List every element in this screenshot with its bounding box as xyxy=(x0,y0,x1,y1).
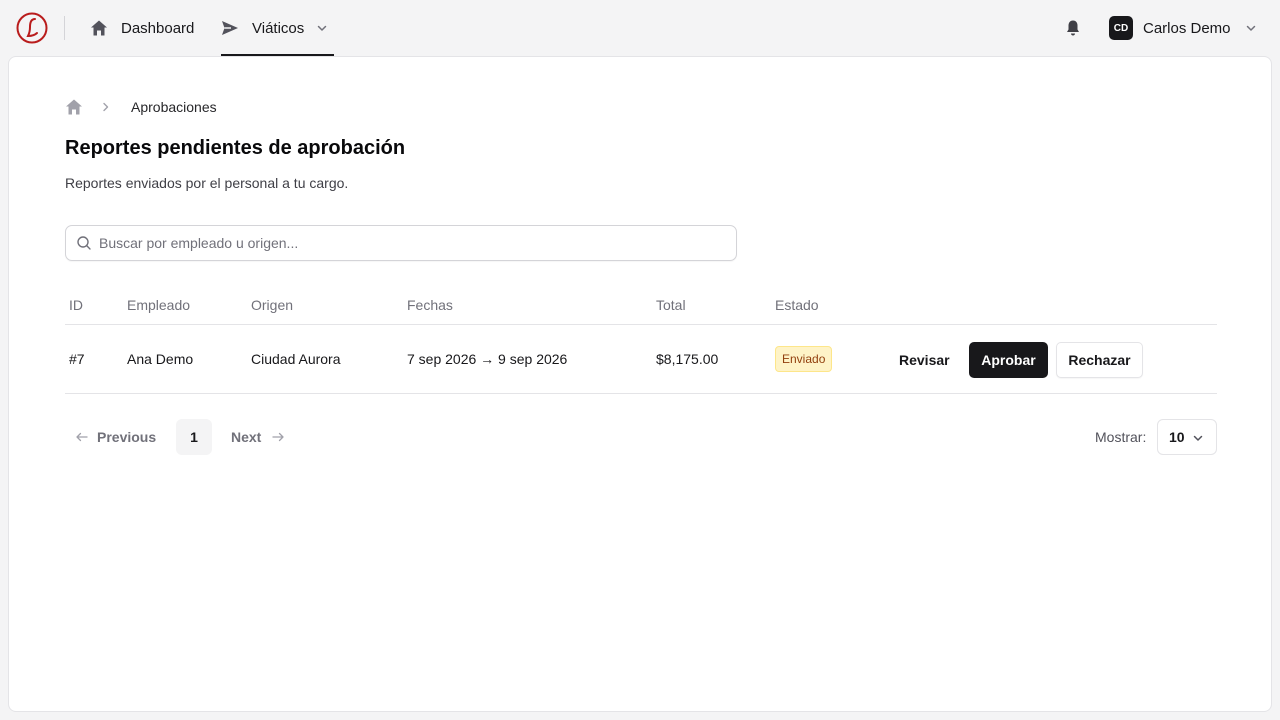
previous-label: Previous xyxy=(97,429,157,445)
chevron-down-icon xyxy=(1192,432,1204,444)
search-input[interactable] xyxy=(99,226,736,260)
col-header-total[interactable]: Total xyxy=(656,297,686,313)
col-header-status[interactable]: Estado xyxy=(775,297,819,313)
nav-viaticos-label: Viáticos xyxy=(252,19,305,37)
page-subtitle: Reportes enviados por el personal a tu c… xyxy=(65,175,349,191)
home-icon[interactable] xyxy=(65,98,83,116)
nav-dashboard-label: Dashboard xyxy=(121,19,195,37)
user-menu[interactable]: CD Carlos Demo xyxy=(1109,16,1257,40)
cell-dates: 7 sep 2026 → 9 sep 2026 xyxy=(407,351,568,367)
page-title: Reportes pendientes de aprobación xyxy=(65,137,406,159)
previous-button[interactable]: Previous xyxy=(75,419,156,455)
reports-table: ID Empleado Origen Fechas Total Estado #… xyxy=(65,285,1217,394)
pagination: Previous 1 Next Mostrar: 10 xyxy=(65,419,1217,455)
search-icon xyxy=(76,235,92,251)
user-name: Carlos Demo xyxy=(1143,19,1231,37)
paper-plane-icon xyxy=(221,19,239,37)
table-row: #7 Ana Demo Ciudad Aurora 7 sep 2026 → 9… xyxy=(65,325,1217,394)
avatar: CD xyxy=(1109,16,1133,40)
review-button[interactable]: Revisar xyxy=(887,342,962,378)
next-label: Next xyxy=(231,429,262,445)
nav-dashboard[interactable]: Dashboard xyxy=(90,0,194,56)
page-1-button[interactable]: 1 xyxy=(176,419,212,455)
cell-id: #7 xyxy=(69,351,85,367)
col-header-employee[interactable]: Empleado xyxy=(127,297,190,313)
breadcrumb-current: Aprobaciones xyxy=(131,99,217,115)
chevron-down-icon xyxy=(1245,22,1257,34)
next-button[interactable]: Next xyxy=(231,419,285,455)
chevron-down-icon xyxy=(316,22,328,34)
cell-origin: Ciudad Aurora xyxy=(251,351,341,367)
col-header-origin[interactable]: Origen xyxy=(251,297,293,313)
cell-employee: Ana Demo xyxy=(127,351,194,367)
arrow-right-icon xyxy=(271,430,285,444)
page-size-label: Mostrar: xyxy=(1095,429,1147,445)
approve-button[interactable]: Aprobar xyxy=(969,342,1048,378)
bell-icon[interactable] xyxy=(1064,19,1082,37)
breadcrumb: Aprobaciones xyxy=(65,97,217,117)
logo-icon[interactable] xyxy=(16,12,48,44)
main-card: Aprobaciones Reportes pendientes de apro… xyxy=(8,56,1272,712)
col-header-id[interactable]: ID xyxy=(69,297,83,313)
nav-divider xyxy=(64,16,65,40)
chevron-right-icon xyxy=(101,102,111,112)
reject-button[interactable]: Rechazar xyxy=(1056,342,1143,378)
top-navbar: Dashboard Viáticos CD Carlos Demo xyxy=(0,0,1280,56)
cell-status: Enviado xyxy=(775,346,833,372)
search-box[interactable] xyxy=(65,225,737,261)
page-size-value: 10 xyxy=(1169,429,1185,445)
table-header: ID Empleado Origen Fechas Total Estado xyxy=(65,285,1217,325)
page-size-select[interactable]: 10 xyxy=(1157,419,1217,455)
cell-total: $8,175.00 xyxy=(656,351,719,367)
nav-viaticos[interactable]: Viáticos xyxy=(221,0,334,56)
status-badge: Enviado xyxy=(775,346,833,372)
arrow-left-icon xyxy=(75,430,89,444)
col-header-dates[interactable]: Fechas xyxy=(407,297,453,313)
home-icon xyxy=(90,19,108,37)
